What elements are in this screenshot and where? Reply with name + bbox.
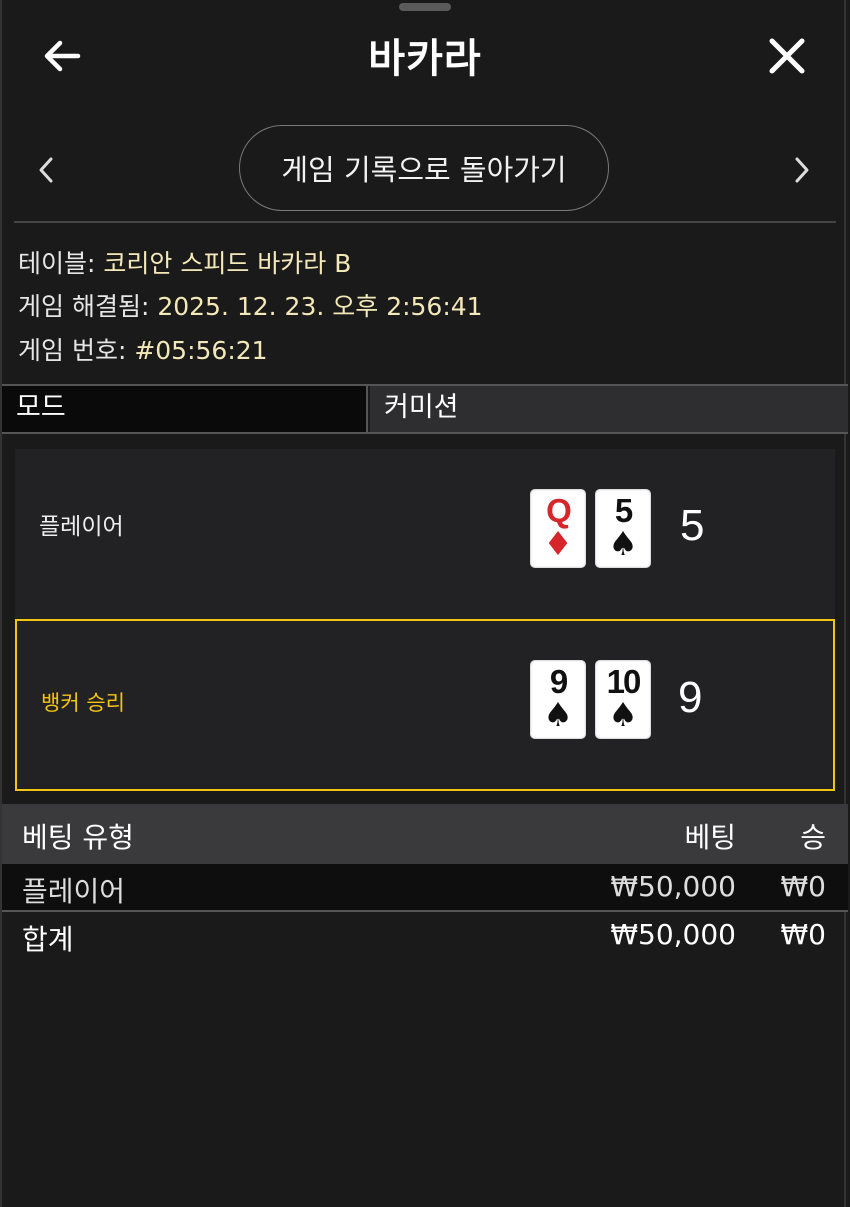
playing-card: Q ♦ [530, 489, 586, 568]
back-to-history-button[interactable]: 게임 기록으로 돌아가기 [239, 125, 609, 211]
spade-icon: ♠ [608, 695, 638, 734]
win-cell: ₩0 [780, 870, 827, 903]
player-score: 5 [680, 501, 705, 550]
banker-result: 뱅커 승리 9 ♠ 10 ♠ 9 [15, 619, 835, 791]
banker-score: 9 [678, 673, 703, 722]
prev-game-chevron-icon[interactable] [26, 145, 66, 195]
player-label: 플레이어 [39, 514, 124, 540]
bet-amount-cell: ₩50,000 [610, 870, 736, 903]
divider [14, 221, 836, 223]
win-header: 승 [800, 821, 826, 854]
mode-label: 모드 [2, 386, 368, 432]
close-icon[interactable] [759, 28, 815, 84]
total-label: 합계 [22, 923, 74, 956]
page-title: 바카라 [368, 36, 482, 82]
mode-value: 커미션 [370, 386, 848, 432]
spade-icon: ♠ [608, 524, 638, 563]
game-number-info: 게임 번호: #05:56:21 [18, 336, 268, 365]
bet-amount-header: 베팅 [684, 821, 736, 854]
table-row: 플레이어 ₩50,000 ₩0 [2, 864, 848, 912]
total-row: 합계 ₩50,000 ₩0 [2, 912, 848, 960]
spade-icon: ♠ [543, 695, 573, 734]
drag-handle[interactable] [399, 3, 451, 11]
mode-row: 모드 커미션 [2, 384, 848, 434]
playing-card: 5 ♠ [595, 489, 651, 568]
bet-type-header: 베팅 유형 [22, 821, 134, 854]
banker-win-label: 뱅커 승리 [41, 691, 125, 715]
player-result: 플레이어 Q ♦ 5 ♠ 5 [15, 449, 835, 619]
table-info: 테이블: 코리안 스피드 바카라 B [18, 249, 352, 278]
total-win: ₩0 [780, 918, 827, 951]
bet-type-cell: 플레이어 [22, 875, 126, 908]
diamond-icon: ♦ [543, 524, 573, 563]
playing-card: 9 ♠ [530, 660, 586, 739]
next-game-chevron-icon[interactable] [782, 145, 822, 195]
total-bet: ₩50,000 [610, 918, 736, 951]
bet-table-header: 베팅 유형 베팅 승 [2, 804, 848, 864]
resolved-info: 게임 해결됨: 2025. 12. 23. 오후 2:56:41 [18, 292, 483, 321]
playing-card: 10 ♠ [595, 660, 651, 739]
